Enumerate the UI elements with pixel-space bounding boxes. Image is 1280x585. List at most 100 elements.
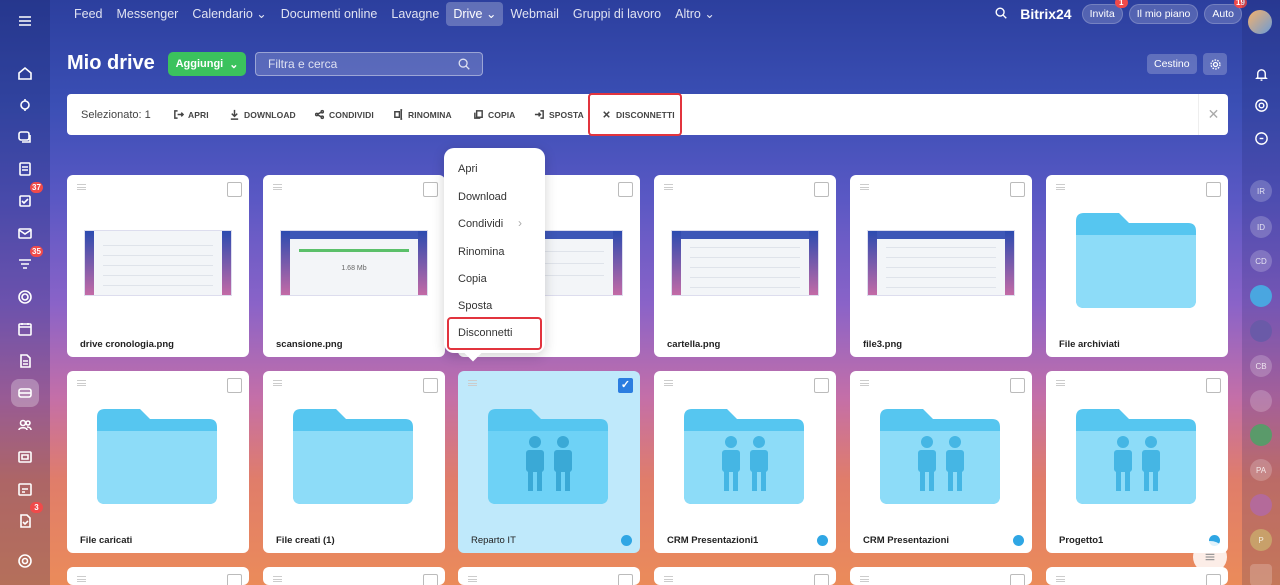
drag-handle-icon[interactable] — [468, 576, 477, 582]
select-checkbox[interactable] — [814, 574, 829, 585]
hamburger-icon[interactable] — [11, 7, 39, 35]
funnel-icon[interactable]: 35 — [11, 246, 43, 279]
auto-button[interactable]: Auto 19 — [1204, 0, 1247, 24]
file-card[interactable] — [263, 567, 445, 585]
chat-icon[interactable] — [11, 123, 39, 151]
copilot-icon[interactable] — [1250, 94, 1272, 116]
check-icon[interactable] — [1250, 564, 1272, 585]
folder-card[interactable]: File creati (1) — [263, 371, 445, 553]
drag-handle-icon[interactable] — [860, 380, 869, 386]
select-checkbox[interactable] — [1206, 378, 1221, 393]
drag-handle-icon[interactable] — [664, 380, 673, 386]
shared-folder-card[interactable]: ✓ Reparto IT — [458, 371, 640, 553]
file-card[interactable] — [654, 567, 836, 585]
select-checkbox[interactable] — [423, 378, 438, 393]
search-input[interactable] — [255, 52, 483, 76]
my-plan-button[interactable]: Il mio piano — [1128, 4, 1199, 24]
contact-avatar-2[interactable] — [1250, 424, 1272, 446]
drag-handle-icon[interactable] — [664, 184, 673, 190]
shared-folder-card[interactable]: CRM Presentazioni — [850, 371, 1032, 553]
ctx-download[interactable]: Download — [458, 191, 507, 203]
search-chat-icon[interactable] — [1250, 127, 1272, 149]
menu-boards[interactable]: Lavagne — [384, 2, 446, 26]
menu-webmail[interactable]: Webmail — [503, 2, 565, 26]
home-icon[interactable] — [11, 59, 39, 87]
drag-handle-icon[interactable] — [77, 184, 86, 190]
drag-handle-icon[interactable] — [77, 576, 86, 582]
search-icon[interactable] — [457, 57, 471, 71]
copy-action[interactable]: Copia — [473, 94, 515, 135]
target-icon[interactable] — [11, 283, 39, 311]
contact-id[interactable]: ID — [1250, 216, 1272, 238]
contact-ir[interactable]: IR — [1250, 180, 1272, 202]
drag-handle-icon[interactable] — [664, 576, 673, 582]
ctx-share[interactable]: Condividi — [458, 218, 503, 230]
shared-folder-card[interactable]: CRM Presentazioni1 — [654, 371, 836, 553]
chat-avatar-icon[interactable] — [1250, 285, 1272, 307]
file-card[interactable]: drive cronologia.png — [67, 175, 249, 357]
menu-workgroups[interactable]: Gruppi di lavoro — [566, 2, 668, 26]
shared-folder-card[interactable]: Progetto1 — [1046, 371, 1228, 553]
select-checkbox[interactable]: ✓ — [618, 378, 633, 393]
ctx-copy[interactable]: Copia — [458, 273, 487, 285]
share-action[interactable]: Condividi — [314, 94, 374, 135]
drag-handle-icon[interactable] — [273, 576, 282, 582]
drag-handle-icon[interactable] — [860, 184, 869, 190]
select-checkbox[interactable] — [227, 182, 242, 197]
select-checkbox[interactable] — [814, 182, 829, 197]
employees-icon[interactable] — [11, 411, 39, 439]
file-card[interactable]: file3.png — [850, 175, 1032, 357]
rename-action[interactable]: Rinomina — [393, 94, 452, 135]
automation-icon[interactable] — [11, 475, 39, 503]
contact-cb[interactable]: CB — [1250, 355, 1272, 377]
ctx-open[interactable]: Apri — [458, 163, 478, 175]
calendar-icon[interactable] — [11, 315, 39, 343]
drag-handle-icon[interactable] — [273, 380, 282, 386]
file-card[interactable] — [458, 567, 640, 585]
add-button[interactable]: Aggiungi ⌄ — [168, 52, 246, 76]
menu-feed[interactable]: Feed — [67, 2, 110, 26]
select-checkbox[interactable] — [1010, 182, 1025, 197]
drag-handle-icon[interactable] — [860, 576, 869, 582]
ctx-rename[interactable]: Rinomina — [458, 246, 504, 258]
menu-lines-icon[interactable] — [1193, 541, 1227, 573]
select-checkbox[interactable] — [423, 182, 438, 197]
select-checkbox[interactable] — [814, 378, 829, 393]
drag-handle-icon[interactable] — [1056, 380, 1065, 386]
drag-handle-icon[interactable] — [273, 184, 282, 190]
feed-icon[interactable] — [11, 155, 39, 183]
contact-pa[interactable]: PA — [1250, 459, 1272, 481]
menu-more[interactable]: Altro ⌄ — [668, 2, 722, 26]
tasks-icon[interactable]: 37 — [11, 182, 43, 215]
file-card[interactable]: cartella.png — [654, 175, 836, 357]
gear-icon[interactable] — [1203, 53, 1227, 75]
mail-icon[interactable] — [11, 219, 39, 247]
drive-icon[interactable] — [11, 379, 39, 407]
menu-messenger[interactable]: Messenger — [110, 2, 186, 26]
file-card[interactable] — [850, 567, 1032, 585]
group-icon[interactable] — [1250, 390, 1272, 412]
select-checkbox[interactable] — [1010, 378, 1025, 393]
menu-calendar[interactable]: Calendario ⌄ — [185, 2, 273, 26]
drag-handle-icon[interactable] — [1056, 576, 1065, 582]
select-checkbox[interactable] — [618, 182, 633, 197]
select-checkbox[interactable] — [1010, 574, 1025, 585]
drag-handle-icon[interactable] — [468, 380, 477, 386]
menu-drive[interactable]: Drive ⌄ — [446, 2, 504, 26]
invite-button[interactable]: Invita 1 — [1081, 0, 1128, 24]
select-checkbox[interactable] — [227, 378, 242, 393]
contact-avatar-3[interactable] — [1250, 494, 1272, 516]
menu-documents[interactable]: Documenti online — [274, 2, 385, 26]
sites-icon[interactable] — [11, 443, 39, 471]
folder-card[interactable]: File caricati — [67, 371, 249, 553]
select-checkbox[interactable] — [618, 574, 633, 585]
download-action[interactable]: Download — [229, 94, 296, 135]
copilot-icon[interactable] — [11, 91, 39, 119]
drag-handle-icon[interactable] — [1056, 184, 1065, 190]
folder-card[interactable]: File archiviati — [1046, 175, 1228, 357]
contact-avatar[interactable] — [1250, 320, 1272, 342]
search-icon[interactable] — [994, 6, 1010, 22]
drag-handle-icon[interactable] — [77, 380, 86, 386]
forms-icon[interactable]: 3 — [11, 502, 43, 535]
bell-icon[interactable] — [1250, 63, 1272, 85]
